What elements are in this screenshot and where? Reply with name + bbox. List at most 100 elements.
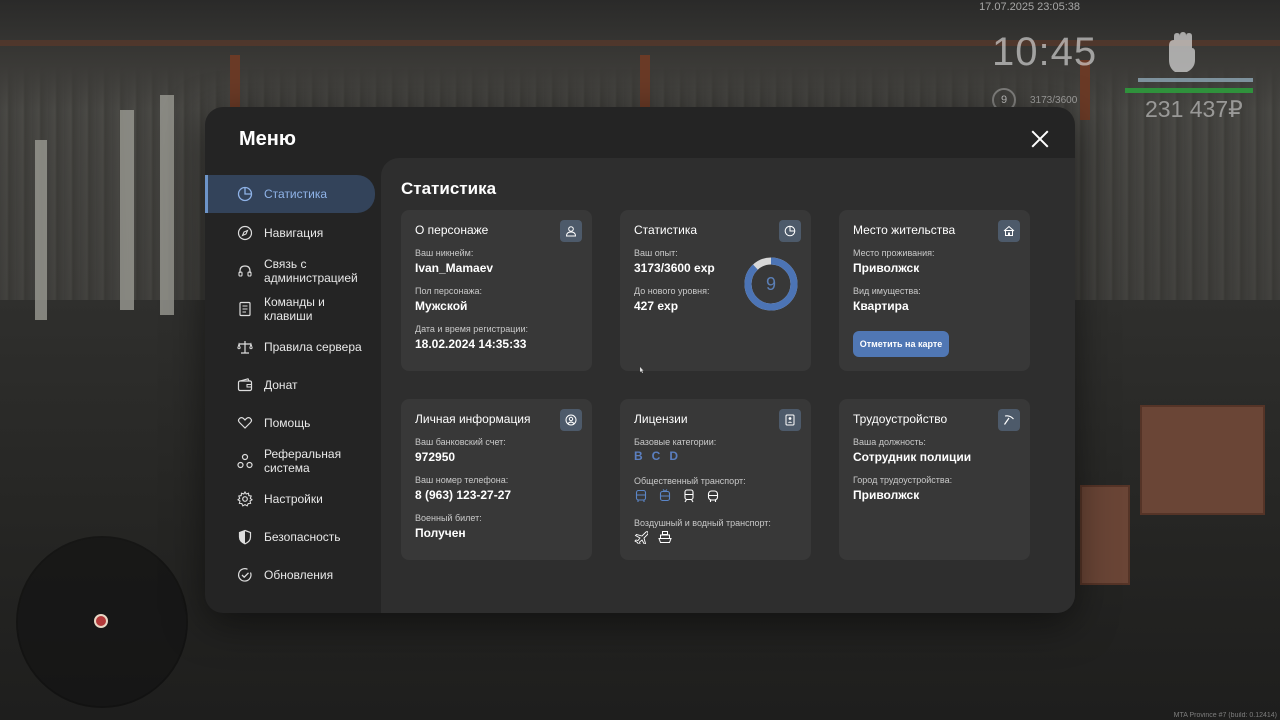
mark-on-map-button[interactable]: Отметить на карте [853,331,949,357]
level-number: 9 [765,274,776,294]
public-transport-label: Общественный транспорт: [634,476,746,486]
sidebar-item-label: Донат [264,378,298,392]
fist-icon [1163,32,1197,74]
minimap[interactable] [18,538,186,706]
sidebar-item-security[interactable]: Безопасность [205,518,381,556]
sidebar-item-statistics[interactable]: Статистика [205,175,375,213]
license-category: B [634,449,643,463]
train-icon [682,489,696,503]
bank-account-value: 972950 [415,450,456,464]
sidebar-item-label: Связь с администрацией [264,257,358,285]
page-title: Статистика [401,179,497,198]
nickname-value: Ivan_Mamaev [415,261,494,275]
position-label: Ваша должность: [853,437,926,447]
sidebar-item-label: Правила сервера [264,340,362,354]
place-label: Место проживания: [853,248,935,258]
sidebar-item-navigation[interactable]: Навигация [205,214,381,252]
exp-value: 3173/3600 exp [634,261,715,275]
roof-beam [640,55,650,115]
tram-icon [706,489,720,503]
sidebar-item-donate[interactable]: Донат [205,366,381,404]
pickaxe-icon [998,409,1020,431]
property-value: Квартира [853,299,909,313]
next-level-label: До нового уровня: [634,286,710,296]
position-value: Сотрудник полиции [853,450,972,464]
house-icon [998,220,1020,242]
sidebar-item-label: Статистика [264,187,328,201]
card-title: Личная информация [415,412,531,426]
pie-chart-icon [779,220,801,242]
update-check-icon [237,567,253,583]
wallet-icon [237,377,253,393]
statistics-panel: Статистика О персонаже Ваш никнейм: Ivan… [381,158,1075,613]
experience-card: Статистика Ваш опыт: 3173/3600 exp До но… [620,210,811,371]
bank-account-label: Ваш банковский счет: [415,437,506,447]
id-card-icon [779,409,801,431]
work-city-label: Город трудоустройства: [853,475,953,485]
military-id-value: Получен [415,526,466,540]
level-progress-ring: 9 [743,256,799,312]
sidebar-item-settings[interactable]: Настройки [205,480,381,518]
compass-icon [237,225,253,241]
sidebar-item-updates[interactable]: Обновления [205,556,381,594]
scales-icon [237,339,253,355]
exp-label: Ваш опыт: [634,248,678,258]
sidebar-item-referral[interactable]: Реферальная система [205,442,381,480]
personal-info-card: Личная информация Ваш банковский счет: 9… [401,399,592,560]
gender-label: Пол персонажа: [415,286,483,296]
hud-health-bar [1125,88,1253,93]
registration-value: 18.02.2024 14:35:33 [415,337,527,351]
gender-value: Мужской [415,299,468,313]
document-icon [237,301,253,317]
card-title: Лицензии [634,412,688,426]
player-marker-icon [94,614,108,628]
roof-beam [230,55,240,115]
pallet [160,95,174,315]
referral-icon [237,453,253,469]
hud-clock: 10:45 [992,30,1098,74]
sidebar-item-label: Настройки [264,492,323,506]
sidebar-item-help[interactable]: Помощь [205,404,381,442]
card-title: Место жительства [853,223,956,237]
place-value: Приволжск [853,261,920,275]
hud-datetime: 17.07.2025 23:05:38 [979,1,1080,13]
sidebar-item-admin-contact[interactable]: Связь с администрацией [205,252,381,290]
build-info: MTA Province #7 (build: 0.12414) [1173,712,1277,719]
hud-exp: 3173/3600 [1030,95,1078,106]
base-categories-label: Базовые категории: [634,437,717,447]
employment-card: Трудоустройство Ваша должность: Сотрудни… [839,399,1030,560]
sidebar-item-label: Помощь [264,416,311,430]
license-categories: B C D [634,449,678,463]
public-transport-icons [634,489,720,503]
close-button[interactable] [1028,127,1052,151]
pie-chart-icon [237,186,253,202]
license-category: C [651,449,661,463]
work-city-value: Приволжск [853,488,920,502]
shield-icon [237,529,253,545]
sidebar-item-commands[interactable]: Команды и клавиши [205,290,381,328]
user-icon [560,220,582,242]
sidebar-item-label: Навигация [264,226,324,240]
hud-money: 231 437₽ [1145,96,1243,122]
nickname-label: Ваш никнейм: [415,248,474,258]
sidebar-item-label: Реферальная система [264,447,342,475]
licenses-card: Лицензии Базовые категории: B C D Общест… [620,399,811,560]
crate [1080,485,1130,585]
pallet [35,140,47,320]
sidebar-item-rules[interactable]: Правила сервера [205,328,381,366]
trolleybus-icon [658,489,672,503]
sidebar-item-label: Команды и клавиши [264,295,325,323]
ship-icon [658,530,672,544]
license-category: D [669,449,679,463]
card-title: Трудоустройство [853,412,948,426]
crate [1140,405,1265,515]
card-title: О персонаже [415,223,489,237]
residence-card: Место жительства Место проживания: Приво… [839,210,1030,371]
mouse-cursor-icon [640,360,644,373]
phone-value: 8 (963) 123-27-27 [415,488,512,502]
menu-title: Меню [239,128,296,150]
hud-armor-bar [1138,78,1253,82]
property-label: Вид имущества: [853,286,921,296]
military-id-label: Военный билет: [415,513,482,523]
phone-label: Ваш номер телефона: [415,475,509,485]
